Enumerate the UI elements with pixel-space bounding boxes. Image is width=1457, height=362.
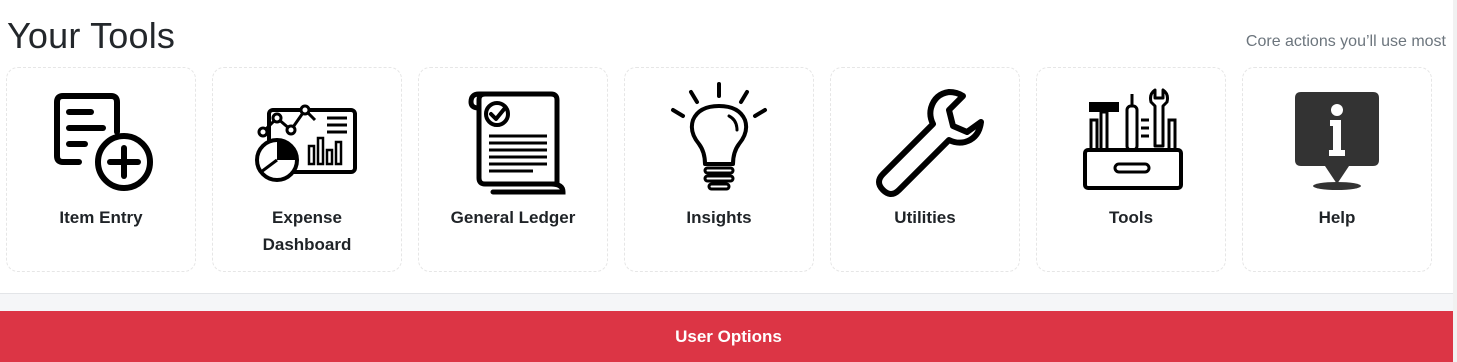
tools-page: Your Tools Core actions you’ll use most … xyxy=(0,0,1457,362)
tool-card-tools[interactable]: Tools xyxy=(1036,67,1226,272)
tool-card-general-ledger[interactable]: General Ledger xyxy=(418,67,608,272)
tool-label: Help xyxy=(1318,208,1356,227)
page-subtitle: Core actions you’ll use most xyxy=(1245,33,1446,50)
document-add-icon xyxy=(41,80,161,200)
toolbox-icon xyxy=(1071,80,1191,200)
tool-label: Utilities xyxy=(894,208,956,227)
section-divider xyxy=(0,293,1457,311)
tool-card-expense-dashboard[interactable]: Expense Dashboard xyxy=(212,67,402,272)
tool-label: Expense Dashboard xyxy=(262,208,352,254)
tool-cards: Item Entry Expense Dashboard General Led… xyxy=(6,67,1432,272)
tool-label: Item Entry xyxy=(59,208,143,227)
tool-card-insights[interactable]: Insights xyxy=(624,67,814,272)
scrollbar[interactable] xyxy=(1453,0,1457,362)
user-options-button[interactable]: User Options xyxy=(0,311,1457,362)
page-title: Your Tools xyxy=(7,15,176,56)
tool-label: Insights xyxy=(686,208,752,227)
tools-header: Your Tools Core actions you’ll use most xyxy=(0,0,1457,62)
tool-card-help[interactable]: Help xyxy=(1242,67,1432,272)
lightbulb-icon xyxy=(659,80,779,200)
tool-card-item-entry[interactable]: Item Entry xyxy=(6,67,196,272)
info-pin-icon xyxy=(1277,80,1397,200)
tool-label: General Ledger xyxy=(450,208,576,227)
wrench-icon xyxy=(865,80,985,200)
tool-card-utilities[interactable]: Utilities xyxy=(830,67,1020,272)
ledger-scroll-icon xyxy=(453,80,573,200)
tool-label: Tools xyxy=(1108,208,1154,227)
dashboard-chart-icon xyxy=(247,80,367,200)
